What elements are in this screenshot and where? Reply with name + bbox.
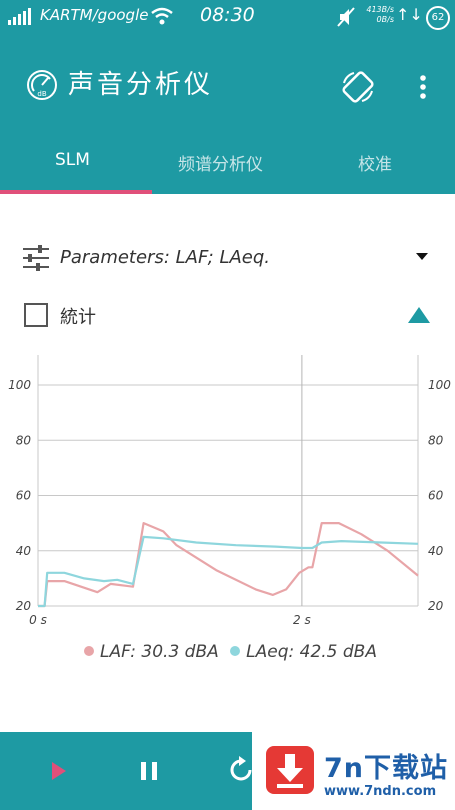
laf-legend-dot [84, 646, 94, 656]
data-arrows-icon: ↑↓ [396, 5, 423, 24]
reset-button[interactable] [228, 756, 254, 788]
watermark-title: 7n下载站 [324, 753, 449, 784]
x-tick-label: 2 s [293, 613, 311, 627]
collapse-arrow-icon[interactable] [408, 307, 430, 323]
more-vert-icon[interactable] [418, 74, 428, 104]
level-chart-svg: 20 20 40 40 60 60 80 80 100 100 0 s 2 s [8, 355, 451, 627]
status-bar: KARTM/google 08:30 413B/s 0B/s ↑↓ 62 [0, 0, 455, 36]
svg-text:dB: dB [37, 90, 46, 98]
pause-button[interactable] [141, 762, 159, 780]
speed-down: 0B/s [376, 15, 394, 24]
laeq-legend-dot [230, 646, 241, 656]
y-tick-label-left: 20 [16, 599, 32, 613]
watermark-banner: 7n下载站 www.7ndn.com [252, 732, 455, 810]
tab-bar: SLM 频谱分析仪 校准 [0, 134, 455, 194]
app-bar: dB 声音分析仪 [0, 36, 455, 134]
carrier-name: KARTM/google [40, 6, 149, 24]
y-tick-label-left: 80 [16, 433, 32, 447]
series-line-laeq [38, 535, 419, 608]
sliders-icon [22, 245, 50, 275]
y-tick-label-right: 60 [428, 489, 444, 503]
y-tick-label-left: 60 [16, 489, 32, 503]
y-tick-label-left: 100 [8, 378, 31, 392]
level-chart: 20 20 40 40 60 60 80 80 100 100 0 s 2 s [0, 355, 455, 655]
speed-up: 413B/s [366, 5, 394, 14]
tab-spectrum-analyzer[interactable]: 频谱分析仪 [178, 150, 263, 175]
mute-icon [336, 6, 356, 32]
tab-calibration[interactable]: 校准 [358, 150, 392, 175]
y-tick-label-left: 40 [16, 544, 32, 558]
parameters-row[interactable]: Parameters: LAF; LAeq. [0, 236, 455, 280]
y-tick-label-right: 80 [428, 433, 444, 447]
series-line-laf [38, 522, 419, 608]
y-tick-label-right: 100 [428, 378, 451, 392]
laeq-legend-label: LAeq: 42.5 dBA [246, 642, 377, 662]
download-arrow-icon [266, 746, 314, 794]
laf-legend-label: LAF: 30.3 dBA [100, 642, 219, 662]
sound-meter-icon: dB [26, 69, 58, 105]
active-tab-indicator [0, 190, 152, 194]
statistics-label: 統计 [60, 307, 96, 328]
wifi-icon [150, 6, 174, 30]
statistics-checkbox[interactable] [24, 303, 48, 327]
watermark-url: www.7ndn.com [324, 784, 437, 799]
dropdown-arrow-icon[interactable] [416, 253, 428, 260]
status-clock: 08:30 [200, 4, 255, 26]
signal-icon [8, 8, 32, 30]
screen-rotate-icon[interactable] [340, 69, 376, 109]
chart-legend: LAF: 30.3 dBA LAeq: 42.5 dBA [0, 642, 455, 670]
statistics-row: 統计 [0, 295, 455, 335]
parameters-label: Parameters: LAF; LAeq. [60, 247, 271, 268]
y-tick-label-right: 20 [428, 599, 444, 613]
network-speed: 413B/s 0B/s [360, 5, 394, 25]
tab-slm[interactable]: SLM [55, 150, 90, 170]
battery-indicator: 62 [426, 6, 450, 30]
y-tick-label-right: 40 [428, 544, 444, 558]
app-title: 声音分析仪 [68, 70, 214, 100]
x-tick-label: 0 s [29, 613, 47, 627]
play-button[interactable] [52, 762, 66, 780]
